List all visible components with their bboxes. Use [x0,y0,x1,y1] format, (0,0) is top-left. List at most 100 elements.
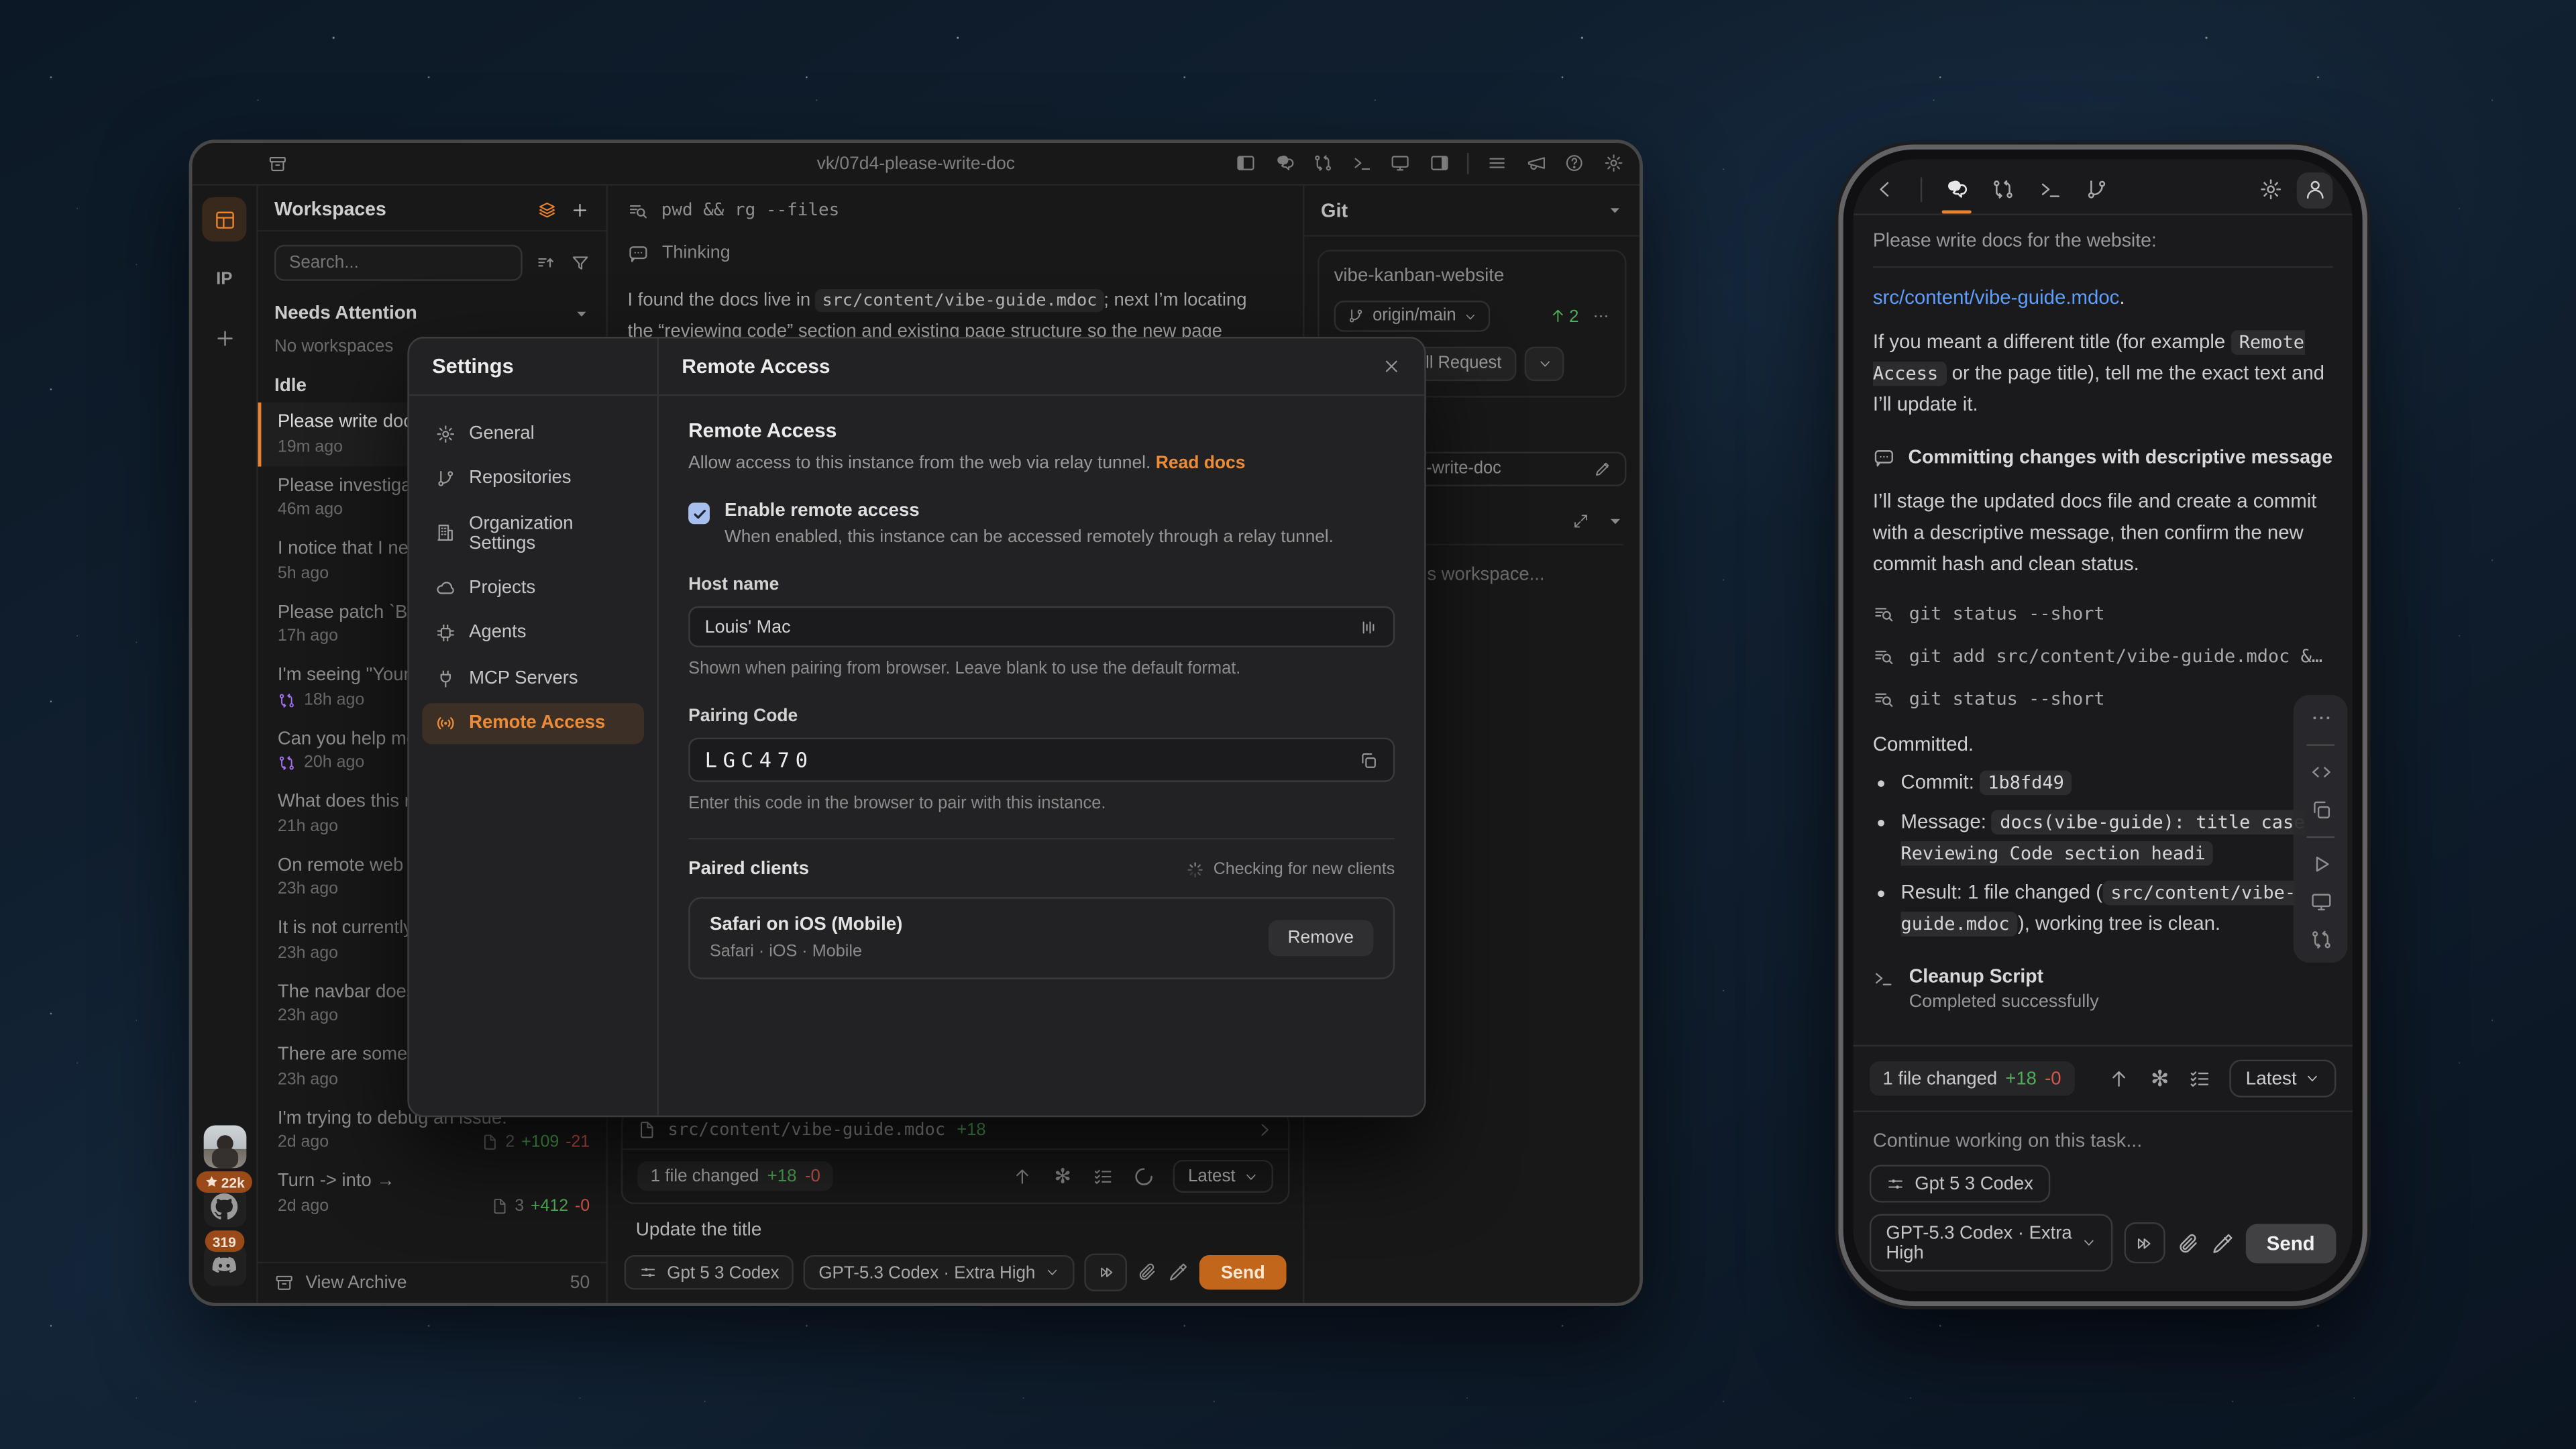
changed-file-row[interactable]: src/content/vibe-guide.mdoc +18 [623,1112,1288,1150]
github-button[interactable]: 22k [203,1185,246,1228]
view-archive-button[interactable]: View Archive 50 [258,1262,606,1303]
copy-icon[interactable] [1358,750,1378,769]
help-icon[interactable] [1564,153,1585,174]
megaphone-icon[interactable] [1525,153,1546,174]
settings-gear-icon[interactable] [1603,153,1623,174]
fast-forward-button[interactable] [1085,1254,1128,1291]
randomize-icon[interactable] [1358,617,1378,637]
more-options-icon[interactable] [1592,307,1610,325]
model-select[interactable]: GPT-5.3 Codex · Extra High [804,1255,1075,1289]
terminal-icon[interactable] [1351,153,1372,174]
openai-icon[interactable]: ✻ [2149,1067,2171,1089]
settings-nav-item[interactable]: Agents [422,612,644,653]
pen-icon[interactable] [2210,1232,2233,1254]
send-button[interactable]: Send [2245,1223,2337,1263]
attachment-icon[interactable] [2176,1232,2199,1254]
workspace-list-item[interactable]: Turn -> into → 2d ago 3 +412 -0 [258,1161,606,1224]
remove-client-button[interactable]: Remove [1268,920,1373,956]
settings-nav-item[interactable]: Organization Settings [422,502,644,564]
message-input[interactable]: Continue working on this task... [1853,1111,2352,1165]
panel-right-icon[interactable] [1428,153,1449,174]
tab-terminal[interactable] [2038,166,2062,213]
settings-nav-item[interactable]: Projects [422,567,644,608]
play-icon[interactable] [2309,853,2332,875]
script-status: Completed successfully [1909,991,2099,1011]
user-avatar[interactable] [203,1126,246,1169]
paired-client-card: Safari on iOS (Mobile) Safari · iOS · Mo… [688,897,1395,978]
pull-request-icon[interactable] [1313,153,1334,174]
monitor-icon[interactable] [2309,890,2332,913]
thinking-icon [1873,446,1895,468]
copy-icon[interactable] [2309,798,2332,821]
ip-button[interactable]: IP [202,256,246,301]
tab-pull-request[interactable] [1991,166,2015,213]
cleanup-script-row[interactable]: Cleanup Script Completed successfully [1873,965,2333,1012]
latest-dropdown[interactable]: Latest [2229,1060,2336,1097]
edit-icon[interactable] [1594,460,1612,478]
add-workspace-icon[interactable] [570,200,590,219]
expand-icon[interactable] [1572,513,1590,530]
command-row[interactable]: git status --short [1873,602,2333,624]
thinking-icon [628,242,649,264]
sort-icon[interactable] [535,253,556,274]
pen-icon[interactable] [1167,1262,1188,1283]
openai-icon[interactable]: ✻ [1053,1166,1073,1187]
git-panel-header[interactable]: Git [1304,186,1640,237]
board-view-button[interactable] [202,197,246,241]
fast-forward-button[interactable] [2125,1222,2165,1263]
thinking-label[interactable]: Thinking [662,243,731,262]
model-chip[interactable]: Gpt 5 3 Codex [1870,1165,2050,1202]
settings-nav-icon [435,423,456,444]
host-name-input[interactable]: Louis' Mac [688,606,1395,647]
back-icon[interactable] [1873,178,1897,202]
settings-nav-item[interactable]: Repositories [422,458,644,499]
files-changed-chip[interactable]: 1 file changed +18 -0 [1870,1061,2074,1095]
needs-attention-section[interactable]: Needs Attention [258,288,606,331]
command-row[interactable]: git add src/content/vibe-guide.mdoc && g… [1873,645,2333,667]
attachment-icon[interactable] [1137,1262,1158,1283]
add-rail-button[interactable] [202,315,246,360]
command-row[interactable]: git status --short [1873,688,2333,709]
model-chip[interactable]: Gpt 5 3 Codex [625,1255,794,1289]
pull-request-icon[interactable] [2309,928,2332,951]
account-button[interactable] [2297,172,2333,208]
files-changed-chip[interactable]: 1 file changed +18 -0 [637,1161,833,1191]
settings-gear-icon[interactable] [2258,178,2282,202]
paired-clients-label: Paired clients [688,859,809,879]
branch-dropdown[interactable]: origin/main [1334,301,1491,332]
latest-dropdown[interactable]: Latest [1173,1160,1273,1193]
scroll-up-icon[interactable] [1012,1166,1033,1187]
message-input[interactable]: Update the title [621,1204,1290,1253]
model-select[interactable]: GPT-5.3 Codex · Extra High [1870,1214,2113,1272]
tab-chat[interactable] [1944,166,1968,213]
send-button[interactable]: Send [1199,1255,1287,1289]
panel-left-icon[interactable] [1236,153,1256,174]
menu-icon[interactable] [1487,153,1507,174]
command-text[interactable]: pwd && rg --files [661,201,840,220]
settings-nav-item[interactable]: MCP Servers [422,657,644,699]
file-link[interactable]: src/content/vibe-guide.mdoc. [1873,286,2333,309]
filter-icon[interactable] [570,253,590,274]
settings-nav-item[interactable]: General [422,413,644,454]
sliders-icon [1886,1174,1904,1193]
pr-options-button[interactable] [1525,347,1564,381]
enable-remote-access-checkbox[interactable] [688,502,710,524]
checklist-icon[interactable] [1093,1166,1114,1187]
settings-nav-item[interactable]: Remote Access [422,702,644,744]
close-icon[interactable] [1382,356,1401,376]
search-input[interactable]: Search... [274,245,523,281]
discord-button[interactable]: 319 [203,1244,246,1287]
checklist-icon[interactable] [2189,1067,2211,1089]
layers-icon[interactable] [537,200,557,219]
pairing-code-input[interactable]: LGC470 [688,738,1395,782]
chat-icon[interactable] [1274,153,1295,174]
more-options-icon[interactable] [2309,706,2332,729]
scroll-up-icon[interactable] [2108,1067,2131,1089]
monitor-icon[interactable] [1390,153,1411,174]
inline-code: src/content/vibe-guide.mdoc [816,288,1104,311]
archive-icon[interactable] [268,154,287,173]
code-icon[interactable] [2309,761,2332,784]
client-name: Safari on iOS (Mobile) [710,915,902,934]
tab-git[interactable] [2085,166,2109,213]
read-docs-link[interactable]: Read docs [1156,453,1246,473]
